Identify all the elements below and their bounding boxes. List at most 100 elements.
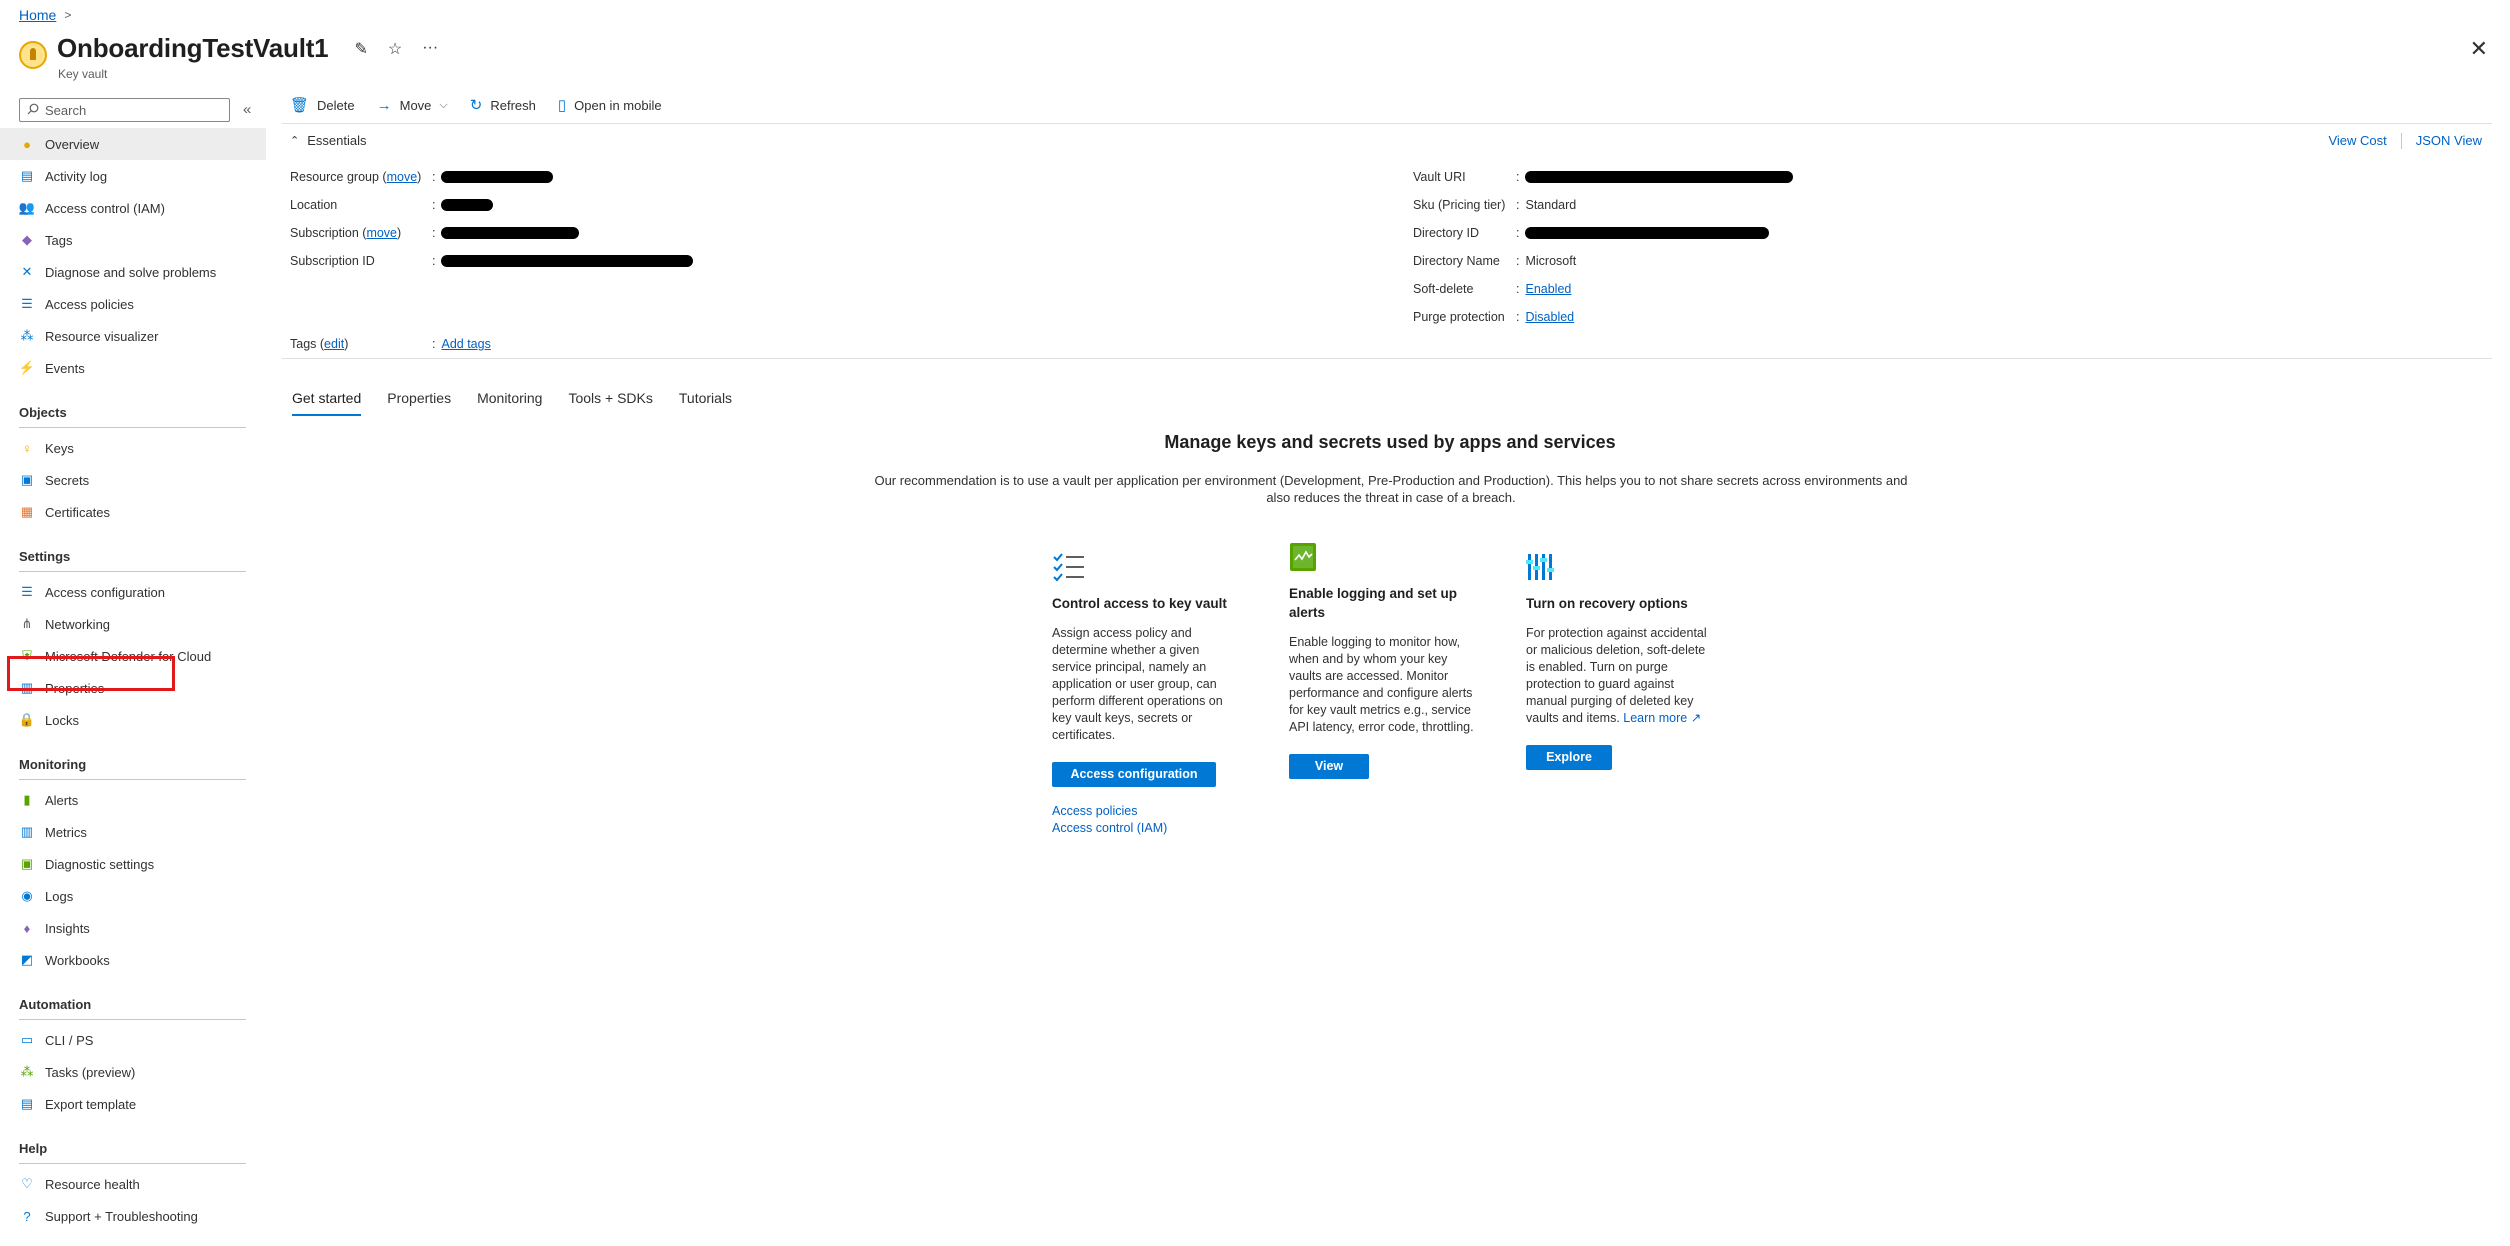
view-cost-link[interactable]: View Cost (2328, 133, 2386, 149)
trash-icon: 🗑 (290, 97, 310, 114)
access-policies-icon: ☰ (21, 296, 33, 311)
sidebar-item-locks[interactable]: 🔒 Locks (0, 704, 266, 736)
access-configuration-icon: ☰ (21, 584, 33, 599)
breadcrumb-home-link[interactable]: Home (19, 7, 56, 23)
learn-more-link[interactable]: Learn more ↗ (1623, 711, 1701, 725)
sidebar-item-metrics[interactable]: ▥ Metrics (0, 816, 266, 848)
sidebar: « ● Overview ▤ Activity log 👥 Access control … (0, 94, 266, 1224)
sidebar-item-access-configuration[interactable]: ☰ Access configuration (0, 576, 266, 608)
tab-monitoring[interactable]: Monitoring (477, 390, 542, 416)
sidebar-item-events[interactable]: ⚡ Events (0, 352, 266, 384)
sidebar-item-label: Secrets (45, 472, 90, 488)
refresh-button[interactable]: ↻ Refresh (470, 96, 536, 114)
tag-icon: ◆ (22, 232, 32, 247)
sidebar-item-networking[interactable]: ⋔ Networking (0, 608, 266, 640)
directory-id-row: Directory ID : (1413, 219, 1793, 247)
resource-visualizer-icon: ⁂ (20, 328, 34, 343)
key-icon: ♀ (22, 440, 32, 456)
soft-delete-link[interactable]: Enabled (1525, 282, 1571, 296)
directory-id-value: : (1516, 226, 1770, 240)
vault-uri-value[interactable]: : (1516, 170, 1794, 184)
activity-log-icon: ▤ (20, 168, 34, 183)
search-input[interactable] (45, 102, 215, 118)
insights-icon: ♦ (23, 920, 31, 936)
pin-icon[interactable]: ✎ (354, 39, 367, 59)
sku-row: Sku (Pricing tier) : Standard (1413, 198, 1577, 212)
resource-group-value[interactable]: : (432, 170, 554, 184)
sidebar-item-label: Properties (45, 680, 105, 696)
sidebar-item-certificates[interactable]: ▦ Certificates (0, 496, 266, 528)
essentials-toggle[interactable]: ⌃ Essentials (290, 133, 366, 148)
support-icon: ? (23, 1208, 31, 1224)
sidebar-item-support-troubleshooting[interactable]: ? Support + Troubleshooting (0, 1200, 266, 1232)
sidebar-item-tags[interactable]: ◆ Tags (0, 224, 266, 256)
essentials-left-column: Resource group (move) : Location : Subsc… (290, 163, 694, 275)
access-configuration-button[interactable]: Access configuration (1052, 762, 1216, 787)
purge-protection-link[interactable]: Disabled (1525, 310, 1574, 324)
location-label: Location (290, 198, 338, 212)
essentials-right-column: Vault URI : Sku (Pricing tier) : Standard… (1413, 163, 1794, 331)
subscription-value[interactable]: : (432, 226, 580, 240)
explore-button[interactable]: Explore (1526, 745, 1612, 770)
sidebar-item-cli-ps[interactable]: ▭ CLI / PS (0, 1024, 266, 1056)
sidebar-item-resource-visualizer[interactable]: ⁂ Resource visualizer (0, 320, 266, 352)
add-tags-link[interactable]: Add tags (441, 337, 490, 351)
redacted-value (441, 171, 554, 183)
sidebar-item-label: Tags (45, 232, 73, 248)
redacted-value (441, 227, 580, 239)
sidebar-item-activity-log[interactable]: ▤ Activity log (0, 160, 266, 192)
sidebar-item-microsoft-defender-for-cloud[interactable]: ⛨ Microsoft Defender for Cloud (0, 640, 266, 672)
breadcrumb: Home > (19, 7, 71, 23)
sidebar-item-alerts[interactable]: ▮ Alerts (0, 784, 266, 816)
collapse-sidebar-icon[interactable]: « (243, 101, 251, 118)
lock-icon: 🔒 (18, 712, 36, 727)
sidebar-item-insights[interactable]: ♦ Insights (0, 912, 266, 944)
tab-tutorials[interactable]: Tutorials (679, 390, 732, 416)
sidebar-item-diagnose-and-solve-problems[interactable]: ✕ Diagnose and solve problems (0, 256, 266, 288)
essentials-title: Essentials (307, 133, 367, 148)
subscription-id-label: Subscription ID (290, 254, 375, 268)
sidebar-item-keys[interactable]: ♀ Keys (0, 432, 266, 464)
sidebar-item-properties[interactable]: ▥ Properties (0, 672, 266, 704)
sidebar-item-access-control-iam[interactable]: 👥 Access control (IAM) (0, 192, 266, 224)
search-box[interactable] (19, 98, 230, 122)
view-button[interactable]: View (1289, 754, 1369, 779)
key-vault-icon: ● (23, 136, 31, 152)
favorite-star-icon[interactable]: ☆ (388, 39, 402, 59)
sidebar-item-resource-health[interactable]: ♡ Resource health (0, 1168, 266, 1200)
sidebar-item-label: Diagnose and solve problems (45, 264, 217, 280)
purge-protection-label: Purge protection (1413, 310, 1505, 324)
sidebar-item-export-template[interactable]: ▤ Export template (0, 1088, 266, 1120)
delete-button[interactable]: 🗑 Delete (290, 96, 355, 114)
sidebar-item-label: Events (45, 360, 85, 376)
card-recovery: Turn on recovery options For protection … (1526, 552, 1716, 770)
card-access-control: Control access to key vault Assign acces… (1052, 552, 1242, 837)
close-icon[interactable]: ✕ (2470, 36, 2488, 62)
json-view-link[interactable]: JSON View (2416, 133, 2482, 149)
directory-name-row: Directory Name : Microsoft (1413, 254, 1577, 268)
command-bar: 🗑 Delete → Move ⌵ ↻ Refresh ▯ Open in mo… (290, 96, 662, 115)
sidebar-item-diagnostic-settings[interactable]: ▣ Diagnostic settings (0, 848, 266, 880)
resource-group-move-link[interactable]: move (387, 170, 418, 184)
sidebar-item-overview[interactable]: ● Overview (0, 128, 266, 160)
access-policies-link[interactable]: Access policies (1052, 803, 1242, 820)
sidebar-item-workbooks[interactable]: ◩ Workbooks (0, 944, 266, 976)
subscription-move-link[interactable]: move (366, 226, 397, 240)
main-heading: Manage keys and secrets used by apps and… (1164, 432, 1616, 452)
tasks-icon: ⁂ (20, 1064, 34, 1079)
tab-get-started[interactable]: Get started (292, 390, 362, 416)
sidebar-item-tasks-preview[interactable]: ⁂ Tasks (preview) (0, 1056, 266, 1088)
tags-edit-link[interactable]: edit (324, 337, 344, 351)
sidebar-item-logs[interactable]: ◉ Logs (0, 880, 266, 912)
more-options-icon[interactable]: ··· (422, 39, 438, 59)
diagnose-icon: ✕ (21, 264, 33, 279)
tab-tools-sdks[interactable]: Tools + SDKs (568, 390, 652, 416)
access-control-iam-link[interactable]: Access control (IAM) (1052, 820, 1242, 837)
sidebar-item-access-policies[interactable]: ☰ Access policies (0, 288, 266, 320)
sidebar-item-secrets[interactable]: ▣ Secrets (0, 464, 266, 496)
tab-properties[interactable]: Properties (387, 390, 451, 416)
logs-icon: ◉ (21, 888, 33, 903)
soft-delete-label: Soft-delete (1413, 282, 1474, 296)
move-button[interactable]: → Move ⌵ (377, 97, 448, 114)
open-in-mobile-button[interactable]: ▯ Open in mobile (558, 96, 662, 114)
